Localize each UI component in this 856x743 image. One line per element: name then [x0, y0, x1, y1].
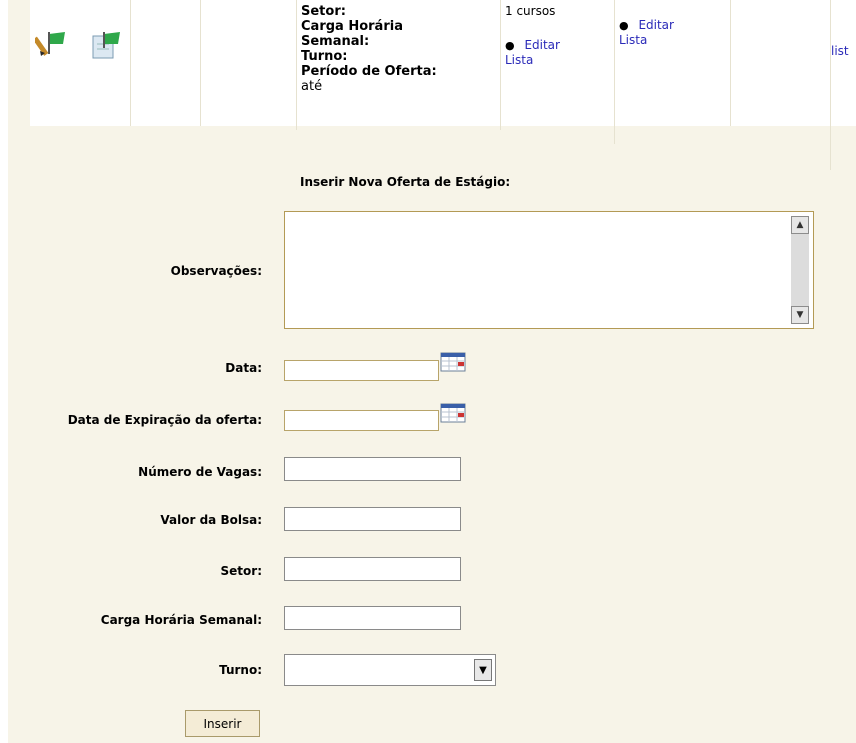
editar-link-text[interactable]: Editar [638, 18, 674, 32]
lista-link-text[interactable]: Lista [505, 53, 533, 67]
label-setor: Setor: [220, 564, 262, 578]
table-row: Setor: Carga Horária Semanal: Turno: Per… [30, 0, 856, 170]
bullet-icon: ● [505, 39, 515, 52]
label-carga-horaria: Carga Horária [301, 19, 403, 34]
lista-link-text[interactable]: Lista [619, 33, 647, 47]
label-turno: Turno: [219, 663, 262, 677]
cursos-count: 1 cursos [505, 4, 556, 18]
label-valor-bolsa: Valor da Bolsa: [160, 513, 262, 527]
label-periodo-oferta: Período de Oferta: [301, 64, 437, 79]
actions-cell [30, 0, 130, 126]
cursos-cell: 1 cursos ● Editar Lista [500, 0, 617, 130]
form-title: Inserir Nova Oferta de Estágio: [300, 175, 511, 189]
scroll-up-icon[interactable]: ▲ [791, 216, 809, 234]
inserir-button[interactable]: Inserir [185, 710, 260, 737]
observacoes-textarea[interactable]: ▲ ▼ [284, 211, 814, 329]
carga-horaria-input[interactable] [284, 606, 461, 630]
valor-bolsa-input[interactable] [284, 507, 461, 531]
numero-vagas-input[interactable] [284, 457, 461, 481]
label-setor: Setor: [301, 4, 346, 19]
data-input[interactable] [284, 360, 439, 381]
editar-link-text[interactable]: Editar [524, 38, 560, 52]
textarea-scrollbar[interactable]: ▲ ▼ [791, 216, 809, 324]
data-expiracao-input[interactable] [284, 410, 439, 431]
label-semanal: Semanal: [301, 34, 370, 49]
document-flag-icon[interactable] [90, 28, 124, 64]
label-data: Data: [225, 361, 262, 375]
offer-info-cell: Setor: Carga Horária Semanal: Turno: Per… [296, 0, 501, 130]
empty-cell [200, 0, 297, 126]
calendar-icon[interactable] [440, 403, 466, 423]
label-data-expiracao: Data de Expiração da oferta: [67, 413, 262, 427]
pencil-flag-icon[interactable] [32, 28, 69, 64]
label-turno: Turno: [301, 49, 348, 64]
periodo-ate: até [301, 79, 323, 94]
turno-select[interactable]: ▼ [284, 654, 496, 686]
label-observacoes: Observações: [170, 264, 262, 278]
label-carga-horaria: Carga Horária Semanal: [100, 613, 262, 627]
label-numero-vagas: Número de Vagas: [138, 465, 262, 479]
empty-cell [730, 0, 831, 126]
chevron-down-icon[interactable]: ▼ [474, 659, 492, 681]
bullet-icon: ● [619, 19, 629, 32]
edit-list-link[interactable]: ● Editar Lista [505, 38, 617, 67]
empty-cell [130, 0, 201, 126]
lista-truncated-link[interactable]: list [831, 44, 849, 58]
setor-input[interactable] [284, 557, 461, 581]
calendar-icon[interactable] [440, 352, 466, 372]
lista-truncated-cell: list [830, 0, 856, 170]
scroll-down-icon[interactable]: ▼ [791, 306, 809, 324]
edit-list-cell: ● Editar Lista [614, 0, 735, 144]
